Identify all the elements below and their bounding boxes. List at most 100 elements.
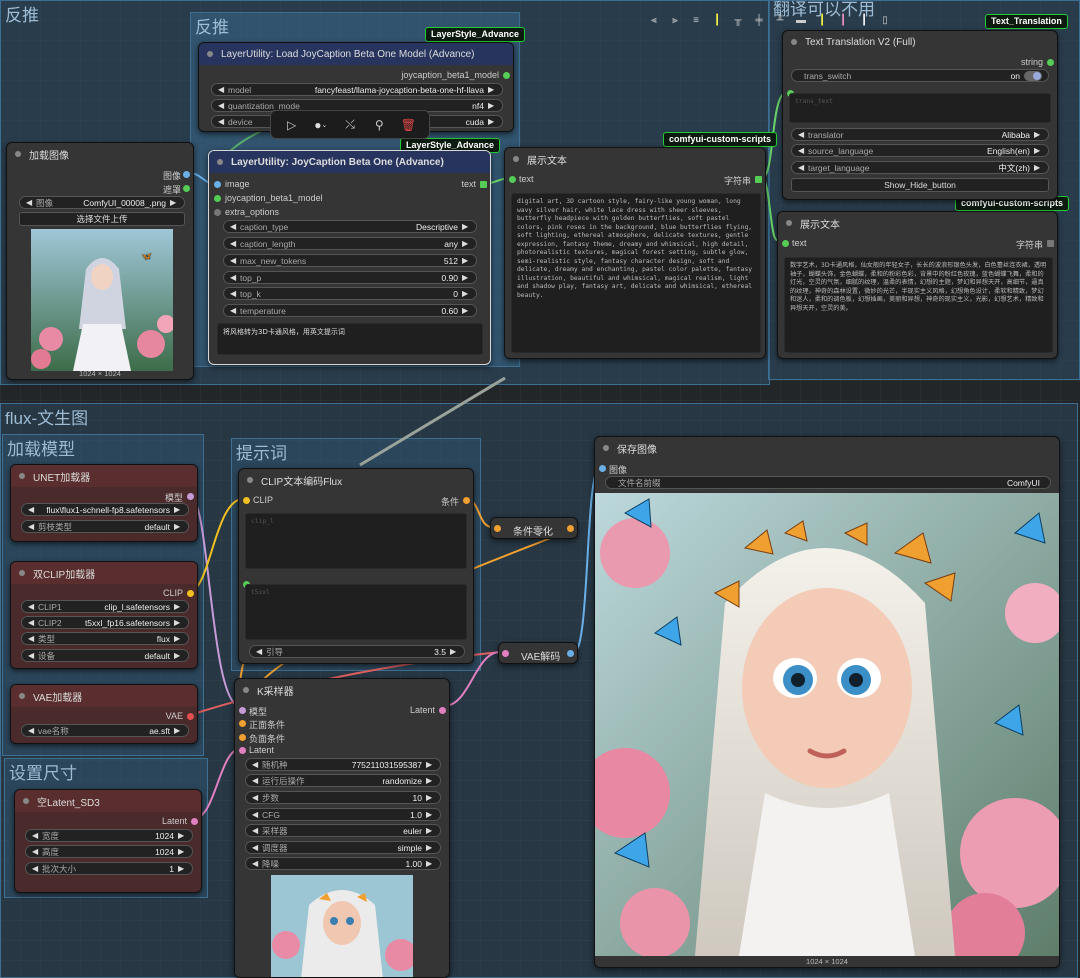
node-show-text-english[interactable]: 展示文本 text 字符串 digital art, 3D cartoon st… [504,147,766,359]
node-vae-decode[interactable]: VAE解码 [498,642,578,664]
image-select[interactable]: ◀ 图像 ComfyUI_00008_.png ▶ [19,196,185,209]
max-new-tokens-field[interactable]: ◀ max_new_tokens 512 ▶ [223,254,477,267]
input-negative-port[interactable] [239,734,246,741]
more-icon[interactable]: ▯ [876,12,894,28]
align-right-icon[interactable]: ≡ [687,12,705,28]
node-empty-latent[interactable]: 空Latent_SD3 Latent ◀ 宽度 1024 ▶ ◀ 高度 1024 ▶ ◀ 批次… [14,789,202,893]
trans-text-input[interactable]: trans_text [789,93,1051,123]
node-text-translation[interactable]: Text Translation V2 (Full) string trans_… [782,30,1058,200]
scheduler-select[interactable]: ◀ 调度器 simple ▶ [245,841,441,854]
align-center-icon[interactable]: ⫸ [666,12,684,28]
denoise-field[interactable]: ◀ 降噪 1.00 ▶ [245,857,441,870]
control-after-generate-select[interactable]: ◀ 运行后操作 randomize ▶ [245,774,441,787]
output-latent-port[interactable] [439,707,446,714]
output-latent-port[interactable] [191,818,198,825]
node-collapse-dot[interactable] [603,445,609,451]
output-image-port[interactable] [183,171,190,178]
node-clip-text-encode-flux[interactable]: CLIP文本编码Flux CLIP 条件 clip_l t5xxl ◀ 引导 3.5… [238,468,474,664]
output-string-port[interactable] [1047,240,1054,247]
run-icon[interactable]: ▷ [279,113,304,137]
node-collapse-dot[interactable] [19,570,25,576]
node-load-image[interactable]: 加载图像 图像 遮罩 ◀ 图像 ComfyUI_00008_.png ▶ 选择文件上传… [6,142,194,380]
pin-icon[interactable]: ⚲ [367,113,392,137]
output-text-port[interactable] [480,181,487,188]
node-save-image[interactable]: 保存图像 图像 文件名前缀 ComfyUI 1024 × 1024 [594,436,1060,968]
node-joycaption[interactable]: LayerUtility: JoyCaption Beta One (Advan… [208,150,491,365]
output-vae-port[interactable] [187,713,194,720]
input-model-port[interactable] [239,707,246,714]
input-model-port[interactable] [214,195,221,202]
color-white-icon[interactable]: ┃ [855,12,873,28]
temperature-field[interactable]: ◀ temperature 0.60 ▶ [223,304,477,317]
unet-name-select[interactable]: ◀ flux\flux1-schnell-fp8.safetensors ▶ [21,503,189,516]
delete-icon[interactable]: 🗑 [396,113,421,137]
node-collapse-dot[interactable] [513,156,519,162]
input-conditioning-port[interactable] [494,525,501,532]
width-field[interactable]: ◀ 宽度 1024 ▶ [25,829,193,842]
node-graph-canvas[interactable]: 反推 反推 翻译可以不用 flux-文生图 加载模型 提示词 设置尺寸 ⫷ ⫸ … [0,0,1080,978]
node-ksampler[interactable]: K采样器 模型 正面条件 负面条件 Latent Latent ◀ 随机种 7752… [234,678,450,978]
input-extra-port[interactable] [214,209,221,216]
input-image-port[interactable] [599,465,606,472]
distribute-v-icon[interactable]: ▬ [792,12,810,28]
output-clip-port[interactable] [187,590,194,597]
sampler-select[interactable]: ◀ 采样器 euler ▶ [245,824,441,837]
t5xxl-textarea[interactable]: t5xxl [245,584,467,640]
node-collapse-dot[interactable] [247,477,253,483]
filename-prefix-field[interactable]: 文件名前缀 ComfyUI [605,476,1051,489]
guidance-field[interactable]: ◀ 引导 3.5 ▶ [249,645,465,658]
source-language-select[interactable]: ◀ source_language English(en) ▶ [791,144,1049,157]
target-language-select[interactable]: ◀ target_language 中文(zh) ▶ [791,161,1049,174]
input-text-port[interactable] [509,176,516,183]
toggle-knob[interactable] [1024,70,1042,81]
node-show-text-chinese[interactable]: 展示文本 text 字符串 数字艺术，3D卡通风格，仙女般的年轻女子，长长的波浪… [777,211,1058,359]
seed-field[interactable]: ◀ 随机种 775211031595387 ▶ [245,758,441,771]
node-collapse-dot[interactable] [243,687,249,693]
clip-l-textarea[interactable]: clip_l [245,513,467,569]
node-collapse-dot[interactable] [15,151,21,157]
input-latent-port[interactable] [239,747,246,754]
user-prompt-textarea[interactable]: 将风格转为3D卡通风格，用英文提示词 [217,323,483,355]
output-string-port[interactable] [755,176,762,183]
steps-field[interactable]: ◀ 步数 10 ▶ [245,791,441,804]
node-collapse-dot[interactable] [207,51,213,57]
node-conditioning-zero-out[interactable]: 条件零化 [490,517,578,539]
node-collapse-dot[interactable] [217,159,223,165]
node-collapse-dot[interactable] [786,220,792,226]
trans-switch-toggle[interactable]: trans_switch on [791,69,1049,82]
input-clip-port[interactable] [243,497,250,504]
node-unet-loader[interactable]: UNET加载器 模型 ◀ flux\flux1-schnell-fp8.safet… [10,464,198,542]
output-conditioning-port[interactable] [463,497,470,504]
translator-select[interactable]: ◀ translator Alibaba ▶ [791,128,1049,141]
batch-size-field[interactable]: ◀ 批次大小 1 ▶ [25,862,193,875]
top-p-field[interactable]: ◀ top_p 0.90 ▶ [223,271,477,284]
node-vae-loader[interactable]: VAE加载器 VAE ◀ vae名称 ae.sft ▶ [10,684,198,744]
input-samples-port[interactable] [502,650,509,657]
caption-length-select[interactable]: ◀ caption_length any ▶ [223,237,477,250]
node-dual-clip-loader[interactable]: 双CLIP加载器 CLIP ◀ CLIP1 clip_l.safetensors ▶ … [10,561,198,669]
show-hide-button[interactable]: Show_Hide_button [791,178,1049,192]
vae-name-select[interactable]: ◀ vae名称 ae.sft ▶ [21,724,189,737]
output-model-port[interactable] [503,72,510,79]
align-bottom-icon[interactable]: ╨ [771,12,789,28]
align-middle-icon[interactable]: ╪ [750,12,768,28]
bypass-icon[interactable]: ⤯ [337,113,362,137]
distribute-h-icon[interactable]: ┃ [708,12,726,28]
cfg-field[interactable]: ◀ CFG 1.0 ▶ [245,808,441,821]
color-yellow-icon[interactable]: ┃ [813,12,831,28]
node-collapse-dot[interactable] [19,473,25,479]
color-pink-icon[interactable]: ┃ [834,12,852,28]
node-collapse-dot[interactable] [791,39,797,45]
align-top-icon[interactable]: ╥ [729,12,747,28]
input-image-port[interactable] [214,181,221,188]
output-model-port[interactable] [187,493,194,500]
height-field[interactable]: ◀ 高度 1024 ▶ [25,845,193,858]
caption-type-select[interactable]: ◀ caption_type Descriptive ▶ [223,220,477,233]
clip2-select[interactable]: ◀ CLIP2 t5xxl_fp16.safetensors ▶ [21,616,189,629]
output-mask-port[interactable] [183,185,190,192]
node-collapse-dot[interactable] [23,798,29,804]
translated-output-text[interactable]: 数字艺术，3D卡通风格，仙女般的年轻女子，长长的波浪形银色头发，白色蕾丝连衣裙，… [784,257,1053,353]
model-select[interactable]: ◀ model fancyfeast/llama-joycaption-beta-o… [211,83,503,96]
upload-button[interactable]: 选择文件上传 [19,212,185,226]
clip-device-select[interactable]: ◀ 设备 default ▶ [21,649,189,662]
